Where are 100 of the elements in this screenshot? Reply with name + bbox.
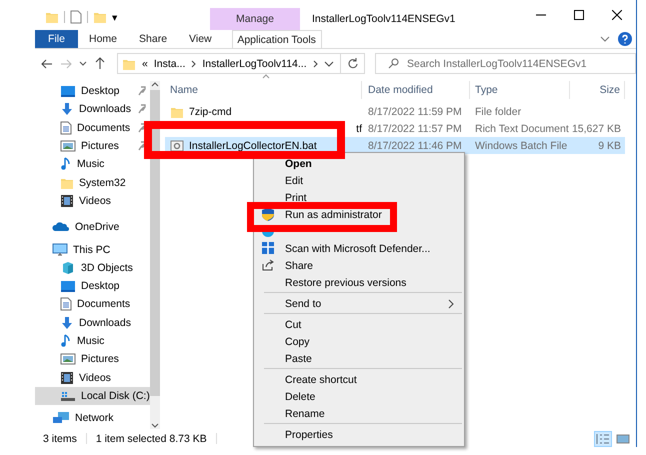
- nav-item[interactable]: Pictures: [35, 136, 150, 156]
- ribbon-tab[interactable]: Share: [128, 30, 178, 48]
- nav-item[interactable]: Videos: [35, 192, 150, 210]
- share-icon: [261, 258, 275, 272]
- close-icon[interactable]: [612, 10, 622, 20]
- menu-item[interactable]: Rename: [254, 405, 464, 422]
- film-icon: [60, 370, 74, 385]
- column-header[interactable]: Size: [570, 81, 625, 99]
- menu-item[interactable]: Copy: [254, 333, 464, 350]
- status-text: 3 items: [43, 432, 77, 444]
- sort-ascending-icon: [262, 74, 270, 79]
- chevron-right-icon[interactable]: [191, 60, 196, 68]
- expand-ribbon-icon[interactable]: [600, 36, 610, 42]
- column-header[interactable]: Type: [470, 81, 570, 99]
- cube-icon: [60, 260, 76, 275]
- customize-dropdown[interactable]: ▾: [112, 10, 118, 24]
- film-icon: [60, 194, 74, 208]
- menu-item[interactable]: Run as administrator: [254, 206, 464, 223]
- chevron-right-icon: [448, 299, 454, 309]
- table-cell-text: 9 KB: [597, 140, 622, 152]
- nav-item[interactable]: Network: [35, 409, 150, 428]
- nav-item[interactable]: Downloads: [35, 100, 150, 119]
- maximize-icon[interactable]: [574, 10, 584, 20]
- scroll-down-icon[interactable]: [150, 422, 159, 429]
- menu-item[interactable]: Cut: [254, 316, 464, 333]
- menu-item[interactable]: Properties: [254, 426, 464, 443]
- desktop-icon: [60, 279, 76, 294]
- menu-item[interactable]: Paste: [254, 350, 464, 367]
- shield-icon: [261, 207, 275, 222]
- history-dropdown-icon[interactable]: [324, 60, 334, 66]
- document-icon: [60, 120, 72, 135]
- file-row[interactable]: tf 8/17/2022 11:57 PM Rich Text Document 15,627 KB: [165, 120, 625, 137]
- overflow-chevron[interactable]: «: [142, 58, 148, 70]
- music-note-icon: [60, 157, 72, 172]
- menu-item[interactable]: Print: [254, 189, 464, 206]
- menu-item[interactable]: Restore previous versions: [254, 274, 464, 291]
- folder-icon: [45, 10, 59, 24]
- menu-item[interactable]: Scan with Microsoft Defender...: [254, 240, 464, 257]
- download-arrow-icon: [60, 102, 74, 116]
- cloud-icon: [52, 221, 70, 234]
- up-arrow-icon[interactable]: [94, 57, 106, 70]
- nav-item[interactable]: Pictures: [35, 350, 150, 368]
- tiles-view-icon[interactable]: [616, 432, 630, 444]
- column-header[interactable]: Name: [165, 81, 362, 99]
- download-arrow-icon: [60, 316, 74, 330]
- table-cell-text: Windows Batch File: [474, 140, 568, 152]
- ribbon-tab[interactable]: Application Tools: [232, 30, 322, 48]
- address-bar[interactable]: « Insta... InstallerLogToolv114...: [117, 53, 365, 74]
- search-icon: [388, 58, 399, 69]
- status-text: 1 item selected 8.73 KB: [96, 432, 207, 444]
- ribbon-tab[interactable]: View: [178, 30, 223, 48]
- nav-item[interactable]: Music: [35, 332, 150, 350]
- file-name[interactable]: InstallerLogCollectorEN.bat: [189, 140, 317, 152]
- menu-item[interactable]: Send to: [254, 295, 464, 312]
- ribbon-tab[interactable]: File: [35, 30, 78, 48]
- scrollbar[interactable]: [150, 81, 160, 429]
- nav-item[interactable]: Local Disk (C:): [35, 386, 150, 406]
- nav-item[interactable]: Desktop: [35, 82, 150, 100]
- breadcrumb[interactable]: InstallerLogToolv114...: [202, 58, 307, 70]
- chevron-right-icon[interactable]: [312, 60, 318, 68]
- nav-item[interactable]: Desktop: [35, 276, 150, 296]
- network-icon: [52, 411, 70, 426]
- file-row[interactable]: 7zip-cmd 8/17/2022 11:59 PM File folder: [165, 103, 625, 120]
- nav-item[interactable]: 3D Objects: [35, 258, 150, 277]
- nav-item[interactable]: System32: [35, 173, 150, 192]
- nav-item[interactable]: Documents: [35, 295, 150, 314]
- file-name[interactable]: 7zip-cmd: [189, 106, 232, 118]
- ribbon-group-label: Manage: [210, 8, 300, 30]
- nav-item[interactable]: Music: [35, 155, 150, 174]
- menu-item[interactable]: Delete: [254, 388, 464, 405]
- back-arrow-icon[interactable]: [41, 58, 53, 70]
- details-view-icon[interactable]: [596, 432, 610, 444]
- folder-icon: [93, 10, 107, 24]
- file-name[interactable]: tf: [356, 122, 362, 134]
- menu-item[interactable]: Share: [254, 257, 464, 274]
- menu-item[interactable]: Open: [254, 155, 464, 172]
- help-icon[interactable]: [618, 32, 632, 46]
- menu-item[interactable]: Edit: [254, 172, 464, 189]
- table-cell-text: 8/17/2022 11:46 PM: [367, 140, 463, 152]
- table-cell-text: File folder: [474, 106, 522, 118]
- document-icon: [60, 297, 72, 312]
- ribbon-tab[interactable]: Home: [78, 30, 128, 48]
- column-header[interactable]: Date modified: [362, 81, 470, 99]
- nav-item[interactable]: Videos: [35, 368, 150, 387]
- search-field[interactable]: Search InstallerLogToolv114ENSEGv1: [375, 53, 636, 74]
- nav-item[interactable]: OneDrive: [35, 218, 150, 236]
- recent-dropdown-icon[interactable]: [79, 61, 87, 66]
- table-cell-text: 8/17/2022 11:57 PM: [367, 122, 463, 134]
- nav-item[interactable]: This PC: [35, 240, 150, 259]
- table-cell-text: 15,627 KB: [570, 122, 622, 134]
- table-cell-text: 8/17/2022 11:59 PM: [367, 106, 463, 118]
- monitor-icon: [52, 242, 68, 257]
- scroll-up-icon[interactable]: [150, 81, 159, 88]
- nav-item[interactable]: Downloads: [35, 314, 150, 332]
- refresh-icon[interactable]: [346, 58, 358, 69]
- breadcrumb[interactable]: Insta...: [154, 58, 186, 70]
- nav-item[interactable]: Documents: [35, 118, 150, 137]
- window-title: InstallerLogToolv114ENSEGv1: [312, 12, 456, 27]
- picture-icon: [60, 352, 76, 366]
- menu-item[interactable]: Create shortcut: [254, 371, 464, 388]
